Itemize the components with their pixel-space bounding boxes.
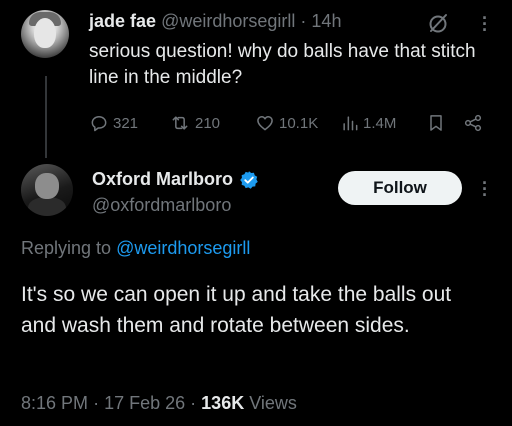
more-options-icon[interactable]: · · ·	[481, 9, 489, 39]
avatar-face	[34, 18, 56, 48]
repost-count: 210	[195, 114, 221, 132]
avatar[interactable]	[21, 10, 69, 58]
separator-dot: ·	[190, 393, 197, 413]
share-icon	[464, 114, 482, 132]
reply-button[interactable]: 321	[89, 110, 138, 136]
handle[interactable]: @weirdhorsegirll	[161, 11, 295, 31]
parent-tweet[interactable]: jade fae @weirdhorsegirll · 14h · · · seri…	[0, 0, 512, 150]
avatar[interactable]	[21, 164, 73, 216]
analytics-icon	[343, 116, 358, 131]
repost-button[interactable]: 210	[169, 110, 220, 136]
reply-count: 321	[113, 114, 139, 132]
tweet-meta: 8:16 PM · 17 Feb 26 · 136K Views	[21, 393, 297, 414]
views-button[interactable]: 1.4M	[341, 110, 396, 136]
avatar-head	[35, 173, 59, 199]
views-count[interactable]: 136K	[201, 393, 244, 413]
display-name-row[interactable]: Oxford Marlboro	[92, 169, 259, 190]
avatar-body	[28, 197, 66, 216]
follow-button[interactable]: Follow	[338, 171, 462, 205]
grok-icon[interactable]	[426, 12, 450, 36]
reply-icon	[91, 116, 107, 132]
views-count: 1.4M	[363, 114, 397, 132]
replying-to-prefix: Replying to	[21, 238, 112, 258]
reply-text: It's so we can open it up and take the b…	[21, 283, 452, 337]
share-button[interactable]	[463, 110, 483, 136]
repost-icon	[172, 116, 188, 130]
views-label: Views	[249, 393, 297, 413]
display-name[interactable]: Oxford Marlboro	[92, 169, 233, 190]
tweet-date[interactable]: 17 Feb 26	[104, 393, 185, 413]
tweet-time[interactable]: 8:16 PM	[21, 393, 88, 413]
tweet-actions: 321 210 10.1K 1.4M	[89, 110, 499, 136]
like-count: 10.1K	[279, 114, 319, 132]
reply-tweet-header: Oxford Marlboro @oxfordmarlboro Follow ·…	[0, 160, 512, 230]
tweet-text: serious question! why do balls have that…	[89, 41, 476, 88]
tweet-header: jade fae @weirdhorsegirll · 14h	[89, 11, 341, 32]
separator-dot: ·	[300, 11, 307, 31]
replying-to: Replying to @weirdhorsegirll	[21, 238, 250, 259]
display-name[interactable]: jade fae	[89, 11, 156, 31]
replying-to-link[interactable]: @weirdhorsegirll	[116, 238, 250, 258]
handle[interactable]: @oxfordmarlboro	[92, 195, 231, 216]
separator-dot: ·	[93, 393, 100, 413]
timestamp[interactable]: 14h	[311, 11, 341, 31]
verified-badge-icon[interactable]	[239, 170, 259, 190]
bookmark-icon	[430, 115, 442, 131]
heart-icon	[257, 116, 273, 131]
more-options-icon[interactable]: · · ·	[481, 174, 489, 204]
bookmark-button[interactable]	[427, 110, 445, 136]
like-button[interactable]: 10.1K	[255, 110, 318, 136]
